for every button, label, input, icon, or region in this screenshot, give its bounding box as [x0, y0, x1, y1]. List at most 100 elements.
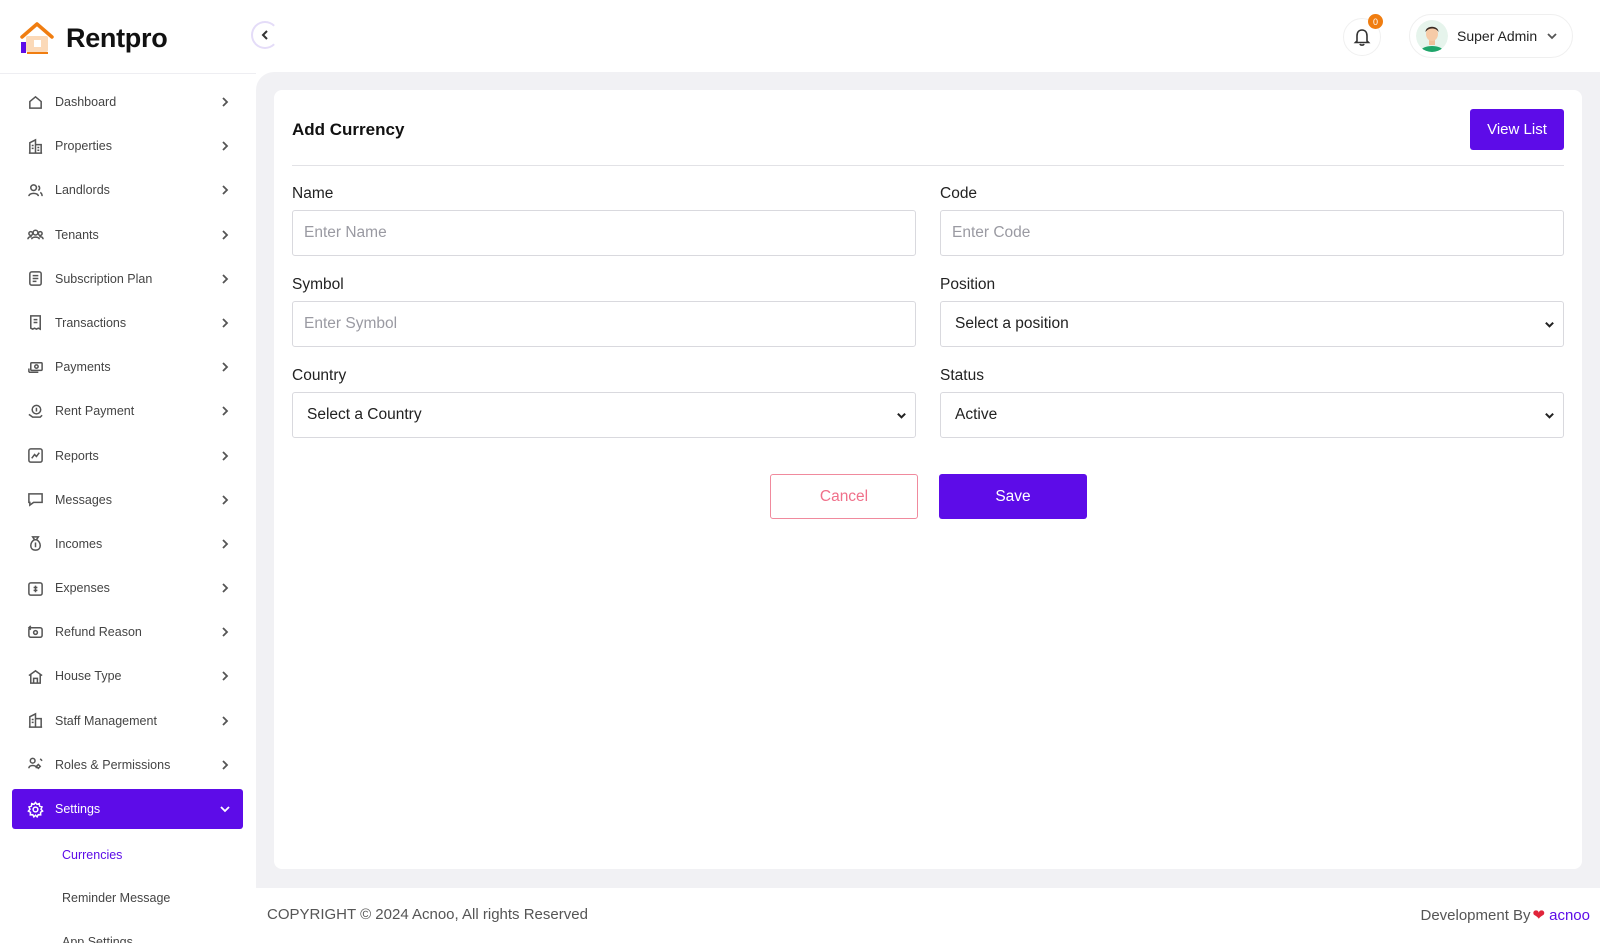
chevron-right-icon — [217, 359, 233, 375]
sidebar-item-roles-permissions[interactable]: Roles & Permissions — [12, 745, 243, 785]
chevron-right-icon — [217, 580, 233, 596]
chevron-right-icon — [217, 271, 233, 287]
chevron-down-icon — [1545, 412, 1554, 419]
chevron-down-icon — [897, 412, 906, 419]
chat-icon — [26, 491, 44, 509]
footer-brand-link[interactable]: acnoo — [1549, 907, 1590, 924]
status-label: Status — [940, 367, 984, 384]
report-icon — [26, 447, 44, 465]
brand-name: Rentpro — [66, 22, 168, 53]
chevron-right-icon — [217, 713, 233, 729]
user-menu[interactable]: Super Admin — [1409, 14, 1573, 58]
sidebar-item-house-type[interactable]: House Type — [12, 656, 243, 696]
chevron-right-icon — [217, 94, 233, 110]
submenu-item-currencies[interactable]: Currencies — [12, 833, 243, 877]
symbol-label: Symbol — [292, 276, 344, 293]
chevron-right-icon — [217, 315, 233, 331]
position-select-value: Select a position — [955, 315, 1069, 332]
sidebar-item-incomes[interactable]: Incomes — [12, 524, 243, 564]
group-icon — [26, 226, 44, 244]
home-icon — [26, 93, 44, 111]
chevron-right-icon — [217, 668, 233, 684]
sidebar-item-staff-management[interactable]: Staff Management — [12, 701, 243, 741]
sidebar-item-label: Settings — [55, 802, 101, 816]
sidebar: Rentpro Dashboard Properties Landlords T… — [0, 0, 256, 943]
sidebar-item-label: Rent Payment — [55, 404, 135, 419]
sidebar-item-payments[interactable]: Payments — [12, 347, 243, 387]
cancel-button[interactable]: Cancel — [770, 474, 918, 519]
sidebar-item-label: Messages — [55, 492, 112, 507]
sidebar-item-subscription-plan[interactable]: Subscription Plan — [12, 259, 243, 299]
brand-logo-icon — [20, 22, 54, 54]
code-input[interactable]: Enter Code — [940, 210, 1564, 256]
name-input[interactable]: Enter Name — [292, 210, 916, 256]
sidebar-item-landlords[interactable]: Landlords — [12, 170, 243, 210]
receipt-icon — [26, 314, 44, 332]
country-select-value: Select a Country — [307, 406, 422, 423]
sidebar-item-refund-reason[interactable]: Refund Reason — [12, 612, 243, 652]
footer-copyright: COPYRIGHT © 2024 Acnoo, All rights Reser… — [267, 906, 588, 923]
chevron-right-icon — [217, 536, 233, 552]
chevron-right-icon — [217, 227, 233, 243]
sidebar-item-label: Tenants — [55, 227, 99, 242]
position-select[interactable]: Select a position — [940, 301, 1564, 347]
chevron-right-icon — [217, 448, 233, 464]
sidebar-item-properties[interactable]: Properties — [12, 126, 243, 166]
status-select[interactable]: Active — [940, 392, 1564, 438]
submenu-item-app-settings[interactable]: App Settings — [12, 920, 243, 943]
save-button[interactable]: Save — [939, 474, 1087, 519]
sidebar-item-label: Refund Reason — [55, 625, 142, 640]
sidebar-item-label: Properties — [55, 139, 112, 154]
sidebar-item-tenants[interactable]: Tenants — [12, 215, 243, 255]
add-currency-card: Add Currency View List Name Enter Name C… — [274, 90, 1582, 869]
position-label: Position — [940, 276, 996, 293]
sidebar-menu: Dashboard Properties Landlords Tenants S… — [12, 82, 243, 943]
sidebar-item-dashboard[interactable]: Dashboard — [12, 82, 243, 122]
page-title: Add Currency — [292, 120, 405, 139]
chevron-right-icon — [217, 624, 233, 640]
submenu-item-reminder-message[interactable]: Reminder Message — [12, 877, 243, 921]
gear-icon — [26, 800, 44, 818]
sidebar-item-rent-payment[interactable]: Rent Payment — [12, 391, 243, 431]
notification-badge: 0 — [1368, 14, 1383, 29]
sidebar-item-transactions[interactable]: Transactions — [12, 303, 243, 343]
footer-dev-by: Development By — [1420, 906, 1531, 924]
footer-credit: Development By ❤ acnoo — [1420, 906, 1590, 925]
brand[interactable]: Rentpro — [18, 18, 168, 58]
sidebar-item-label: Landlords — [55, 183, 110, 198]
avatar — [1416, 20, 1448, 52]
view-list-button[interactable]: View List — [1470, 109, 1564, 150]
chevron-down-icon — [217, 801, 233, 817]
sidebar-item-label: Transactions — [55, 315, 127, 330]
chevron-left-icon — [261, 30, 268, 40]
country-label: Country — [292, 367, 347, 384]
sidebar-item-reports[interactable]: Reports — [12, 436, 243, 476]
sidebar-item-settings[interactable]: Settings — [12, 789, 243, 829]
user-name: Super Admin — [1457, 28, 1538, 44]
sidebar-item-label: Subscription Plan — [55, 271, 153, 286]
name-label: Name — [292, 185, 334, 202]
staff-icon — [26, 712, 44, 730]
sidebar-item-label: Staff Management — [55, 713, 157, 728]
sidebar-item-expenses[interactable]: Expenses — [12, 568, 243, 608]
symbol-input[interactable]: Enter Symbol — [292, 301, 916, 347]
country-select[interactable]: Select a Country — [292, 392, 916, 438]
sidebar-collapse-button[interactable] — [251, 21, 279, 49]
house-type-icon — [26, 667, 44, 685]
sidebar-divider — [0, 73, 256, 74]
sidebar-item-label: Reports — [55, 448, 99, 463]
sidebar-item-label: Dashboard — [55, 95, 117, 109]
sidebar-item-label: House Type — [55, 669, 122, 684]
sidebar-item-label: Expenses — [55, 581, 110, 596]
sidebar-item-label: Roles & Permissions — [55, 757, 171, 772]
sidebar-item-label: Incomes — [55, 536, 103, 551]
sidebar-item-messages[interactable]: Messages — [12, 480, 243, 520]
chevron-right-icon — [217, 182, 233, 198]
chevron-right-icon — [217, 138, 233, 154]
coin-hand-icon — [26, 402, 44, 420]
chevron-down-icon — [1545, 321, 1554, 328]
chevron-right-icon — [217, 757, 233, 773]
plan-icon — [26, 270, 44, 288]
status-select-value: Active — [955, 406, 998, 423]
payment-icon — [26, 358, 44, 376]
